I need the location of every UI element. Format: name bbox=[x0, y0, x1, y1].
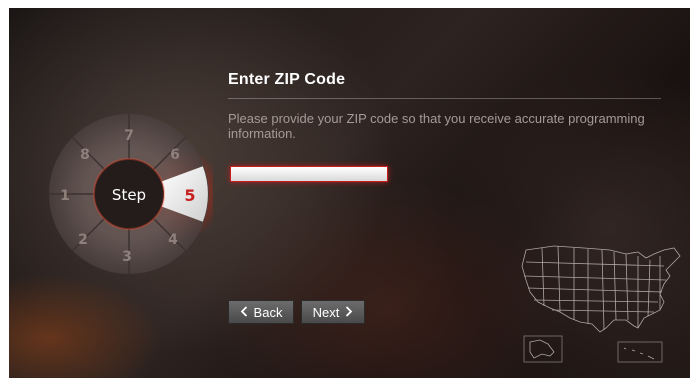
title-divider bbox=[228, 98, 661, 99]
step-3-label: 3 bbox=[122, 249, 132, 265]
step-2-label: 2 bbox=[78, 232, 88, 248]
chevron-left-icon bbox=[240, 305, 248, 319]
next-button[interactable]: Next bbox=[301, 300, 365, 324]
us-map-icon bbox=[514, 236, 690, 368]
step-1-label: 1 bbox=[60, 188, 70, 204]
back-button-label: Back bbox=[253, 304, 283, 320]
step-7-label: 7 bbox=[124, 128, 134, 144]
next-button-label: Next bbox=[312, 304, 340, 320]
step-5-label: 5 bbox=[184, 186, 195, 205]
zip-code-input[interactable] bbox=[230, 166, 388, 182]
chevron-right-icon bbox=[345, 305, 353, 319]
step-4-label: 4 bbox=[168, 232, 178, 248]
page-description: Please provide your ZIP code so that you… bbox=[228, 111, 645, 141]
back-button[interactable]: Back bbox=[228, 300, 294, 324]
step-8-label: 8 bbox=[80, 147, 90, 163]
page-title: Enter ZIP Code bbox=[228, 71, 346, 88]
setup-screen: Step 5 1 2 3 4 6 7 8 Enter ZIP Code Plea… bbox=[9, 8, 690, 378]
dial-center-label: Step bbox=[112, 186, 146, 204]
step-dial: Step 5 1 2 3 4 6 7 8 bbox=[45, 110, 213, 278]
step-6-label: 6 bbox=[170, 147, 180, 163]
